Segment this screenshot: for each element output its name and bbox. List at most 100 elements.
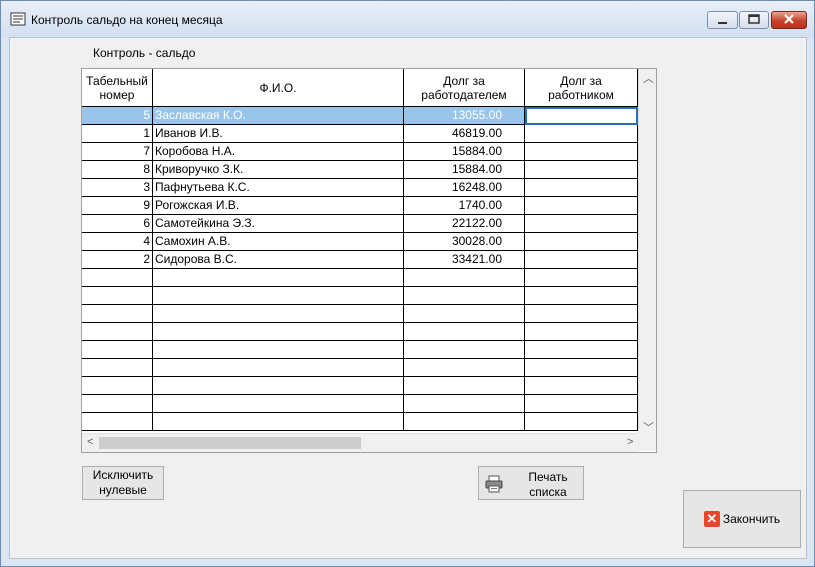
employee-debt-cell[interactable] bbox=[525, 305, 638, 323]
table-row[interactable]: 8 Криворучко З.К. 15884.00 bbox=[82, 161, 638, 179]
tab-number-cell[interactable]: 7 bbox=[82, 143, 153, 161]
full-name-cell[interactable] bbox=[153, 269, 404, 287]
tab-number-cell[interactable] bbox=[82, 413, 153, 431]
employer-debt-cell[interactable]: 15884.00 bbox=[404, 161, 525, 179]
tab-number-cell[interactable] bbox=[82, 269, 153, 287]
full-name-cell[interactable] bbox=[153, 323, 404, 341]
employee-debt-cell[interactable] bbox=[525, 269, 638, 287]
employer-debt-cell[interactable] bbox=[404, 305, 525, 323]
employee-debt-cell[interactable] bbox=[525, 143, 638, 161]
empty-table-row[interactable] bbox=[82, 395, 638, 413]
header-tab-number[interactable]: Табельный номер bbox=[82, 69, 153, 107]
full-name-cell[interactable]: Сидорова В.С. bbox=[153, 251, 404, 269]
empty-table-row[interactable] bbox=[82, 413, 638, 431]
employee-debt-cell[interactable] bbox=[525, 179, 638, 197]
employer-debt-cell[interactable] bbox=[404, 395, 525, 413]
header-full-name[interactable]: Ф.И.О. bbox=[153, 69, 404, 107]
full-name-cell[interactable]: Коробова Н.А. bbox=[153, 143, 404, 161]
vertical-scrollbar[interactable]: ︿ ﹀ bbox=[638, 69, 656, 435]
employer-debt-cell[interactable] bbox=[404, 341, 525, 359]
tab-number-cell[interactable]: 8 bbox=[82, 161, 153, 179]
scroll-left-icon[interactable]: < bbox=[87, 436, 93, 448]
tab-number-cell[interactable]: 9 bbox=[82, 197, 153, 215]
employer-debt-cell[interactable]: 15884.00 bbox=[404, 143, 525, 161]
employer-debt-cell[interactable] bbox=[404, 287, 525, 305]
employer-debt-cell[interactable]: 33421.00 bbox=[404, 251, 525, 269]
print-list-button[interactable]: Печать списка bbox=[478, 466, 584, 500]
tab-number-cell[interactable]: 5 bbox=[82, 107, 153, 125]
exclude-zero-button[interactable]: Исключить нулевые bbox=[82, 466, 164, 500]
full-name-cell[interactable] bbox=[153, 413, 404, 431]
full-name-cell[interactable] bbox=[153, 341, 404, 359]
full-name-cell[interactable] bbox=[153, 359, 404, 377]
full-name-cell[interactable] bbox=[153, 305, 404, 323]
tab-number-cell[interactable] bbox=[82, 341, 153, 359]
full-name-cell[interactable]: Пафнутьева К.С. bbox=[153, 179, 404, 197]
full-name-cell[interactable]: Самохин А.В. bbox=[153, 233, 404, 251]
empty-table-row[interactable] bbox=[82, 305, 638, 323]
employer-debt-cell[interactable] bbox=[404, 377, 525, 395]
header-employee-debt[interactable]: Долг за работником bbox=[525, 69, 638, 107]
employee-debt-cell[interactable] bbox=[525, 377, 638, 395]
finish-button[interactable]: ✕ Закончить bbox=[683, 490, 801, 548]
saldo-grid[interactable]: Табельный номер Ф.И.О. Долг за работодател… bbox=[81, 68, 657, 453]
full-name-cell[interactable] bbox=[153, 377, 404, 395]
tab-number-cell[interactable]: 2 bbox=[82, 251, 153, 269]
scroll-up-icon[interactable]: ︿ bbox=[643, 70, 654, 86]
full-name-cell[interactable] bbox=[153, 395, 404, 413]
employee-debt-cell[interactable] bbox=[525, 341, 638, 359]
employee-debt-cell[interactable] bbox=[525, 251, 638, 269]
empty-table-row[interactable] bbox=[82, 341, 638, 359]
employer-debt-cell[interactable] bbox=[404, 269, 525, 287]
scroll-right-icon[interactable]: > bbox=[627, 436, 633, 448]
header-employer-debt[interactable]: Долг за работодателем bbox=[404, 69, 525, 107]
empty-table-row[interactable] bbox=[82, 377, 638, 395]
tab-number-cell[interactable] bbox=[82, 359, 153, 377]
tab-number-cell[interactable] bbox=[82, 287, 153, 305]
tab-number-cell[interactable] bbox=[82, 305, 153, 323]
employee-debt-cell[interactable] bbox=[525, 107, 638, 125]
employer-debt-cell[interactable] bbox=[404, 323, 525, 341]
employer-debt-cell[interactable]: 13055.00 bbox=[404, 107, 525, 125]
table-row[interactable]: 3 Пафнутьева К.С. 16248.00 bbox=[82, 179, 638, 197]
tab-number-cell[interactable] bbox=[82, 377, 153, 395]
table-row[interactable]: 1 Иванов И.В. 46819.00 bbox=[82, 125, 638, 143]
empty-table-row[interactable] bbox=[82, 287, 638, 305]
tab-number-cell[interactable]: 6 bbox=[82, 215, 153, 233]
close-button[interactable] bbox=[771, 11, 807, 29]
employer-debt-cell[interactable]: 22122.00 bbox=[404, 215, 525, 233]
employee-debt-cell[interactable] bbox=[525, 359, 638, 377]
employer-debt-cell[interactable]: 30028.00 bbox=[404, 233, 525, 251]
employer-debt-cell[interactable] bbox=[404, 413, 525, 431]
employer-debt-cell[interactable]: 16248.00 bbox=[404, 179, 525, 197]
table-row[interactable]: 4 Самохин А.В. 30028.00 bbox=[82, 233, 638, 251]
empty-table-row[interactable] bbox=[82, 323, 638, 341]
employee-debt-cell[interactable] bbox=[525, 197, 638, 215]
minimize-button[interactable] bbox=[707, 11, 738, 29]
employee-debt-cell[interactable] bbox=[525, 125, 638, 143]
empty-table-row[interactable] bbox=[82, 359, 638, 377]
full-name-cell[interactable]: Криворучко З.К. bbox=[153, 161, 404, 179]
full-name-cell[interactable] bbox=[153, 287, 404, 305]
horizontal-scrollbar[interactable]: < > bbox=[82, 433, 638, 452]
title-bar[interactable]: Контроль сальдо на конец месяца bbox=[1, 1, 814, 37]
table-row[interactable]: 6 Самотейкина Э.З. 22122.00 bbox=[82, 215, 638, 233]
employer-debt-cell[interactable]: 46819.00 bbox=[404, 125, 525, 143]
employee-debt-cell[interactable] bbox=[525, 413, 638, 431]
employee-debt-cell[interactable] bbox=[525, 395, 638, 413]
table-row[interactable]: 5 Заславская К.О. 13055.00 bbox=[82, 107, 638, 125]
tab-number-cell[interactable] bbox=[82, 323, 153, 341]
full-name-cell[interactable]: Самотейкина Э.З. bbox=[153, 215, 404, 233]
maximize-button[interactable] bbox=[739, 11, 769, 29]
employee-debt-cell[interactable] bbox=[525, 287, 638, 305]
employer-debt-cell[interactable]: 1740.00 bbox=[404, 197, 525, 215]
table-row[interactable]: 7 Коробова Н.А. 15884.00 bbox=[82, 143, 638, 161]
table-row[interactable]: 2 Сидорова В.С. 33421.00 bbox=[82, 251, 638, 269]
employer-debt-cell[interactable] bbox=[404, 359, 525, 377]
tab-number-cell[interactable]: 3 bbox=[82, 179, 153, 197]
employee-debt-cell[interactable] bbox=[525, 215, 638, 233]
employee-debt-cell[interactable] bbox=[525, 233, 638, 251]
full-name-cell[interactable]: Иванов И.В. bbox=[153, 125, 404, 143]
empty-table-row[interactable] bbox=[82, 269, 638, 287]
employee-debt-cell[interactable] bbox=[525, 323, 638, 341]
